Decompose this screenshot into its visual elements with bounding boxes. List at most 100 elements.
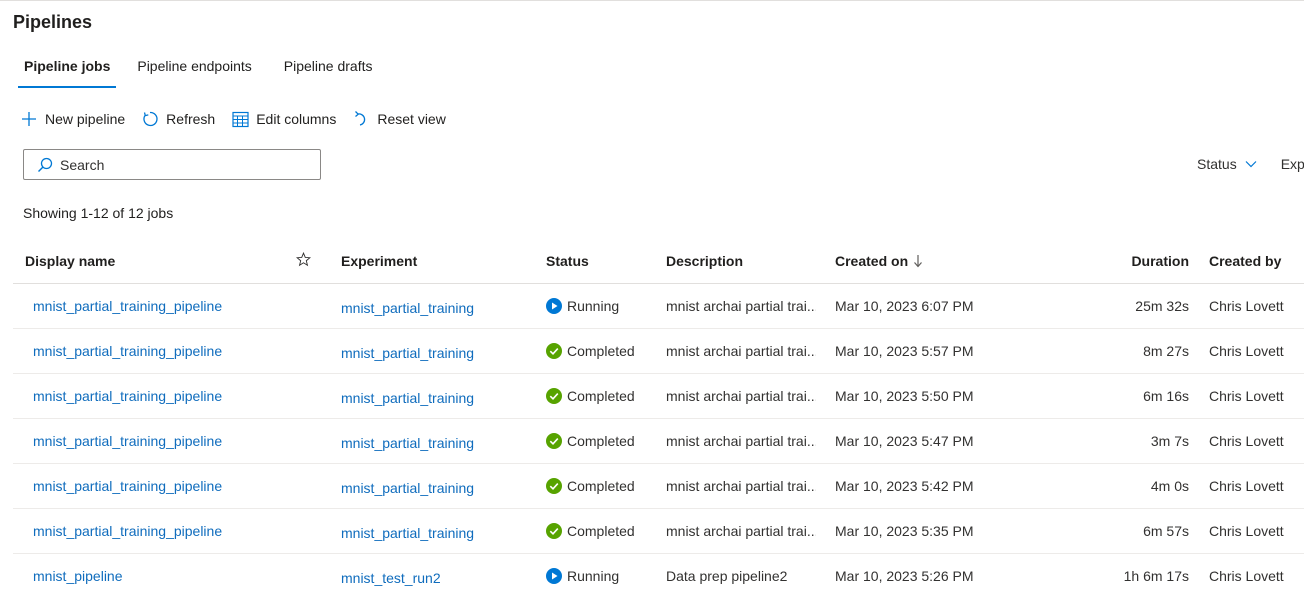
table-row[interactable]: mnist_pipeline mnist_test_run2 Running Data… (13, 554, 1304, 597)
display-name-link[interactable]: mnist_pipeline (33, 554, 293, 597)
table-row[interactable]: mnist_partial_training_pipeline mnist_par… (13, 464, 1304, 509)
tab-pipeline-jobs[interactable]: Pipeline jobs (18, 57, 117, 88)
edit-columns-button[interactable]: Edit columns (231, 110, 336, 128)
refresh-icon (141, 110, 159, 128)
star-icon (296, 251, 312, 270)
status-text: Running (567, 298, 620, 314)
duration-cell: 8m 27s (1143, 343, 1189, 359)
experiment-filter-label: Expe (1280, 156, 1304, 172)
table-header: Display name Experiment Status Descripti… (13, 239, 1304, 284)
pipelines-page: Pipelines Pipeline jobs Pipeline endpoin… (0, 0, 1304, 597)
experiment-link[interactable]: mnist_partial_training (341, 509, 531, 555)
created-on-cell: Mar 10, 2023 5:57 PM (835, 343, 974, 359)
duration-cell: 3m 7s (1150, 433, 1189, 449)
status-cell: Running (546, 284, 656, 328)
column-header-duration[interactable]: Duration (1069, 239, 1189, 283)
status-text: Running (567, 568, 620, 584)
duration-cell: 1h 6m 17s (1123, 568, 1189, 584)
experiment-link[interactable]: mnist_test_run2 (341, 554, 531, 597)
check-circle-icon (546, 343, 562, 359)
column-header-favorite[interactable] (296, 239, 316, 283)
experiment-link[interactable]: mnist_partial_training (341, 419, 531, 465)
status-cell: Completed (546, 329, 656, 373)
filter-bar: Status Expe (1197, 156, 1304, 172)
created-on-cell: Mar 10, 2023 5:26 PM (835, 568, 974, 584)
display-name-link[interactable]: mnist_partial_training_pipeline (33, 284, 293, 328)
column-header-created-on[interactable]: Created on (835, 239, 1055, 283)
status-cell: Completed (546, 419, 656, 463)
display-name-link[interactable]: mnist_partial_training_pipeline (33, 419, 293, 463)
duration-cell: 4m 0s (1150, 478, 1189, 494)
created-on-cell: Mar 10, 2023 5:50 PM (835, 388, 974, 404)
status-text: Completed (567, 388, 635, 404)
display-name-link[interactable]: mnist_partial_training_pipeline (33, 509, 293, 553)
status-text: Completed (567, 343, 635, 359)
column-header-description[interactable]: Description (666, 239, 816, 283)
table-row[interactable]: mnist_partial_training_pipeline mnist_par… (13, 374, 1304, 419)
new-pipeline-button[interactable]: New pipeline (20, 110, 125, 128)
check-circle-icon (546, 388, 562, 404)
created-by-cell: Chris Lovett (1209, 343, 1284, 359)
description-cell: Data prep pipeline2 (666, 568, 788, 584)
play-circle-icon (546, 298, 562, 314)
display-name-link[interactable]: mnist_partial_training_pipeline (33, 464, 293, 508)
created-by-cell: Chris Lovett (1209, 478, 1284, 494)
chevron-down-icon (1245, 160, 1257, 168)
reset-view-button[interactable]: Reset view (352, 110, 446, 128)
page-title: Pipelines (13, 12, 93, 32)
description-cell: mnist archai partial trai... (666, 388, 816, 404)
tab-bar: Pipeline jobs Pipeline endpoints Pipelin… (13, 57, 394, 89)
check-circle-icon (546, 523, 562, 539)
created-on-header-label: Created on (835, 253, 909, 269)
column-header-status[interactable]: Status (546, 239, 656, 283)
tab-pipeline-endpoints[interactable]: Pipeline endpoints (126, 57, 262, 87)
status-text: Completed (567, 478, 635, 494)
experiment-filter[interactable]: Expe (1281, 156, 1304, 172)
jobs-table: Display name Experiment Status Descripti… (13, 239, 1304, 597)
created-on-cell: Mar 10, 2023 5:35 PM (835, 523, 974, 539)
play-circle-icon (546, 568, 562, 584)
table-row[interactable]: mnist_partial_training_pipeline mnist_par… (13, 509, 1304, 554)
edit-columns-label: Edit columns (256, 111, 337, 127)
search-icon (36, 156, 54, 174)
created-by-cell: Chris Lovett (1209, 388, 1284, 404)
refresh-button[interactable]: Refresh (141, 110, 215, 128)
experiment-link[interactable]: mnist_partial_training (341, 374, 531, 420)
experiment-link[interactable]: mnist_partial_training (341, 284, 531, 330)
status-filter[interactable]: Status (1197, 156, 1257, 172)
tab-pipeline-drafts[interactable]: Pipeline drafts (273, 57, 384, 87)
description-cell: mnist archai partial trai... (666, 298, 816, 314)
arrow-down-icon (913, 254, 923, 268)
created-by-cell: Chris Lovett (1209, 568, 1284, 584)
display-name-link[interactable]: mnist_partial_training_pipeline (33, 374, 293, 418)
table-row[interactable]: mnist_partial_training_pipeline mnist_par… (13, 419, 1304, 464)
experiment-link[interactable]: mnist_partial_training (341, 329, 531, 375)
description-cell: mnist archai partial trai... (666, 433, 816, 449)
table-grid-icon (231, 110, 249, 128)
status-cell: Completed (546, 464, 656, 508)
table-row[interactable]: mnist_partial_training_pipeline mnist_par… (13, 284, 1304, 329)
description-cell: mnist archai partial trai... (666, 523, 816, 539)
experiment-link[interactable]: mnist_partial_training (341, 464, 531, 510)
created-on-cell: Mar 10, 2023 5:47 PM (835, 433, 974, 449)
status-text: Completed (567, 433, 635, 449)
column-header-experiment[interactable]: Experiment (341, 239, 531, 283)
created-on-cell: Mar 10, 2023 5:42 PM (835, 478, 974, 494)
column-header-display-name[interactable]: Display name (25, 239, 285, 283)
search-box[interactable] (23, 149, 321, 180)
description-cell: mnist archai partial trai... (666, 478, 816, 494)
duration-cell: 6m 57s (1143, 523, 1189, 539)
created-by-cell: Chris Lovett (1209, 298, 1284, 314)
status-cell: Completed (546, 509, 656, 553)
table-row[interactable]: mnist_partial_training_pipeline mnist_par… (13, 329, 1304, 374)
status-text: Completed (567, 523, 635, 539)
search-input[interactable] (60, 156, 300, 173)
display-name-link[interactable]: mnist_partial_training_pipeline (33, 329, 293, 373)
plus-icon (20, 110, 38, 128)
results-count: Showing 1-12 of 12 jobs (23, 205, 174, 221)
status-cell: Completed (546, 374, 656, 418)
undo-icon (352, 110, 370, 128)
table-body: mnist_partial_training_pipeline mnist_par… (13, 284, 1304, 597)
column-header-created-by[interactable]: Created by (1209, 239, 1304, 283)
duration-cell: 25m 32s (1135, 298, 1189, 314)
